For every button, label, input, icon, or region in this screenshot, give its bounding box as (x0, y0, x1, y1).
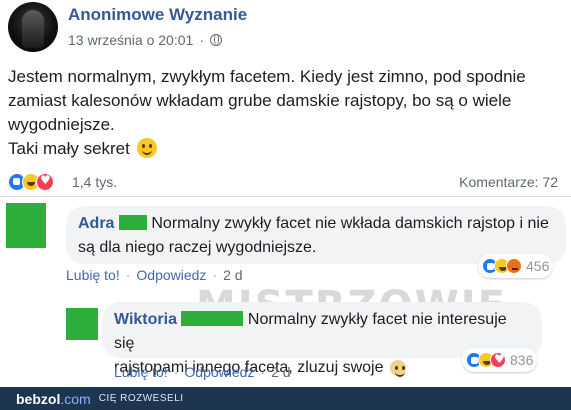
comment-reaction-count: 456 (526, 258, 550, 274)
post-author[interactable]: Anonimowe Wyznanie (68, 5, 247, 25)
site-footer: bebzol.com CIĘ ROZWESELI (0, 387, 571, 410)
separator-dot: · (125, 267, 131, 283)
separator-dot: · (212, 267, 218, 283)
censored-name-block (181, 311, 244, 326)
page-avatar[interactable] (8, 2, 58, 52)
comment-avatar[interactable] (6, 203, 46, 248)
post-text-line: Jestem normalnym, zwykłym facetem. Kiedy… (8, 67, 526, 86)
post-date[interactable]: 13 września o 20:01 (68, 32, 193, 48)
reply-author[interactable]: Wiktoria (114, 311, 177, 328)
reaction-count[interactable]: 1,4 tys. (72, 174, 117, 190)
angry-reaction-icon (506, 258, 522, 274)
post-body: Jestem normalnym, zwykłym facetem. Kiedy… (8, 65, 563, 161)
post-meta: 13 września o 20:01 · (68, 32, 222, 48)
comment-author[interactable]: Adra (78, 215, 114, 232)
comment-time[interactable]: 2 d (271, 364, 290, 380)
reply-link[interactable]: Odpowiedz (136, 267, 206, 283)
reply-actions: Lubię to! · Odpowiedz · 2 d (114, 364, 291, 380)
separator-dot: · (199, 32, 204, 48)
censored-name-block (118, 215, 147, 230)
site-tagline: CIĘ ROZWESELI (98, 393, 184, 404)
reply-link[interactable]: Odpowiedz (184, 364, 254, 380)
smile-emoji-icon (136, 138, 157, 158)
separator-dot: · (173, 364, 179, 380)
love-reaction-icon (490, 352, 506, 368)
divider (0, 196, 571, 197)
post-text-line: wygodniejsze. (8, 115, 115, 134)
comment-reactions[interactable]: 456 (478, 254, 554, 278)
reply-reactions[interactable]: 836 (462, 348, 538, 372)
cookie-emoji-icon (389, 360, 406, 377)
reply-reaction-count: 836 (510, 352, 534, 368)
site-logo[interactable]: bebzol.com (16, 391, 91, 407)
comment-actions: Lubię to! · Odpowiedz · 2 d (66, 267, 243, 283)
post-text-line: Taki mały sekret (8, 137, 563, 161)
comment-text: Normalny zwykły facet nie wkłada damskic… (151, 215, 549, 232)
comment-text: są dla niego raczej wygodniejsze. (78, 239, 317, 256)
separator-dot: · (260, 364, 266, 380)
like-comment-link[interactable]: Lubię to! (114, 364, 168, 380)
like-comment-link[interactable]: Lubię to! (66, 267, 120, 283)
comment-time[interactable]: 2 d (223, 267, 242, 283)
globe-icon[interactable] (209, 34, 222, 46)
love-reaction-icon (36, 173, 54, 191)
comments-count[interactable]: Komentarze: 72 (459, 174, 558, 190)
reaction-icons[interactable] (8, 173, 54, 191)
reply-avatar[interactable] (66, 308, 98, 340)
post-header: Anonimowe Wyznanie 13 września o 20:01 · (8, 2, 563, 54)
post-reactions-bar: 1,4 tys. Komentarze: 72 (8, 172, 558, 194)
post-text-line: zamiast kalesonów wkładam grube damskie … (8, 91, 512, 110)
